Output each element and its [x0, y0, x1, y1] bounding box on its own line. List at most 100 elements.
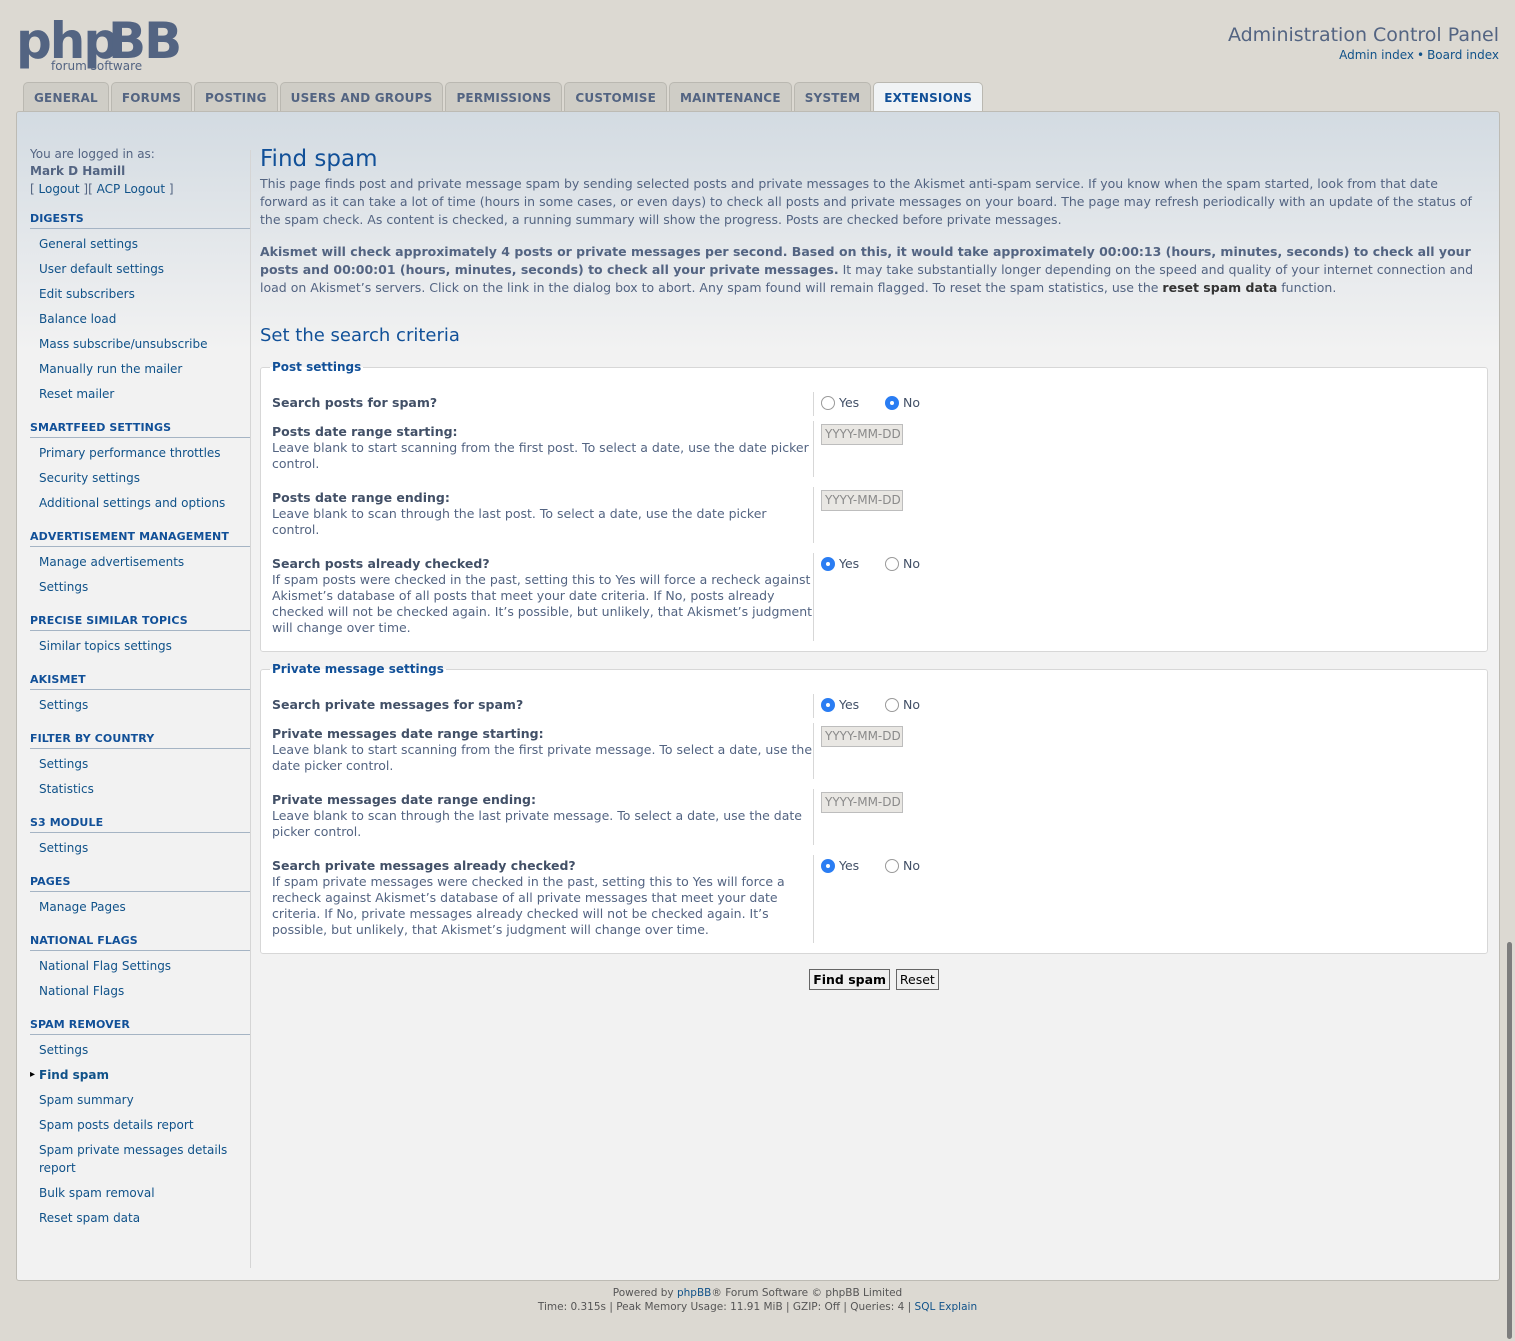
- sidebar-item[interactable]: Settings: [30, 1038, 251, 1063]
- board-index-link[interactable]: Board index: [1427, 48, 1499, 62]
- tab-customise[interactable]: CUSTOMISE: [564, 82, 668, 111]
- posts-start-row: Posts date range starting: Leave blank to…: [272, 421, 1476, 477]
- radio-icon[interactable]: [885, 697, 900, 712]
- sidebar-item[interactable]: Settings: [30, 836, 251, 861]
- search-pms-yes[interactable]: Yes: [821, 697, 859, 712]
- search-pms-radios: Yes No: [814, 694, 942, 718]
- tab-users-and-groups[interactable]: USERS AND GROUPS: [279, 82, 444, 111]
- radio-icon[interactable]: [821, 556, 835, 571]
- tab-general[interactable]: GENERAL: [23, 82, 109, 111]
- sidebar-item[interactable]: National Flags: [30, 979, 251, 1004]
- tab-posting[interactable]: POSTING: [194, 82, 278, 111]
- tab-system[interactable]: SYSTEM: [793, 82, 872, 111]
- pms-start-date-input[interactable]: YYYY-MM-DD: [821, 726, 903, 747]
- radio-icon[interactable]: [821, 395, 835, 410]
- yes-label: Yes: [839, 395, 860, 410]
- radio-icon[interactable]: [885, 395, 900, 410]
- sidebar-item[interactable]: Settings: [30, 693, 251, 718]
- tab-extensions[interactable]: EXTENSIONS: [873, 82, 984, 112]
- main-tabs: GENERAL FORUMS POSTING USERS AND GROUPS …: [23, 82, 984, 112]
- sidebar-item[interactable]: Manage Pages: [30, 895, 251, 920]
- sidebar-item[interactable]: Statistics: [30, 777, 251, 802]
- pms-end-date-input[interactable]: YYYY-MM-DD: [821, 792, 903, 813]
- estimate-text: Akismet will check approximately 4 posts…: [260, 243, 1488, 297]
- sidebar-item[interactable]: General settings: [30, 232, 251, 257]
- reset-spam-data-link[interactable]: reset spam data: [1162, 280, 1277, 295]
- sidebar-item[interactable]: Manually run the mailer: [30, 357, 251, 382]
- search-posts-label-cell: Search posts for spam?: [272, 392, 814, 416]
- search-pms-label-cell: Search private messages for spam?: [272, 694, 814, 718]
- posts-start-date-input[interactable]: YYYY-MM-DD: [821, 424, 903, 445]
- reset-button[interactable]: Reset: [895, 969, 939, 990]
- pms-checked-no[interactable]: No: [885, 858, 920, 873]
- sidebar-item[interactable]: Edit subscribers: [30, 282, 251, 307]
- menu-section-header: FILTER BY COUNTRY: [30, 732, 251, 749]
- menu-section: ADVERTISEMENT MANAGEMENT Manage advertise…: [30, 530, 251, 600]
- search-pms-no[interactable]: No: [885, 697, 920, 712]
- sidebar-menu: You are logged in as: Mark D Hamill [ Lo…: [30, 146, 251, 1231]
- no-label: No: [903, 395, 921, 410]
- main-content: Find spam This page finds post and priva…: [260, 146, 1488, 990]
- search-posts-radios: Yes No: [814, 392, 942, 416]
- admin-index-link[interactable]: Admin index: [1339, 48, 1414, 62]
- sidebar-item[interactable]: Primary performance throttles: [30, 441, 251, 466]
- acp-logout-link[interactable]: ACP Logout: [97, 182, 166, 196]
- sidebar-item[interactable]: Reset spam data: [30, 1206, 251, 1231]
- sidebar-item[interactable]: Find spam: [30, 1063, 251, 1088]
- radio-icon[interactable]: [821, 858, 835, 873]
- sidebar-item[interactable]: Balance load: [30, 307, 251, 332]
- search-pms-row: Search private messages for spam? Yes No: [272, 694, 1476, 718]
- sidebar-item[interactable]: Reset mailer: [30, 382, 251, 407]
- posts-checked-no[interactable]: No: [885, 556, 920, 571]
- radio-icon[interactable]: [885, 858, 900, 873]
- posts-start-desc: Leave blank to start scanning from the f…: [272, 440, 809, 471]
- posts-end-label-cell: Posts date range ending: Leave blank to s…: [272, 487, 814, 543]
- pms-start-row: Private messages date range starting: Lea…: [272, 723, 1476, 779]
- logout-links: [ Logout ][ ACP Logout ]: [30, 182, 174, 196]
- sidebar-item[interactable]: Spam posts details report: [30, 1113, 251, 1138]
- criteria-title: Set the search criteria: [260, 325, 460, 346]
- sidebar-item[interactable]: Settings: [30, 575, 251, 600]
- pms-start-label: Private messages date range starting:: [272, 726, 544, 741]
- pms-start-cell: YYYY-MM-DD: [814, 723, 903, 779]
- sidebar-item[interactable]: Settings: [30, 752, 251, 777]
- search-posts-yes[interactable]: Yes: [821, 395, 859, 410]
- tab-maintenance[interactable]: MAINTENANCE: [669, 82, 792, 111]
- sql-explain-link[interactable]: SQL Explain: [915, 1301, 978, 1313]
- sidebar-item[interactable]: Security settings: [30, 466, 251, 491]
- sidebar-item[interactable]: Similar topics settings: [30, 634, 251, 659]
- sidebar-item[interactable]: Bulk spam removal: [30, 1181, 251, 1206]
- search-posts-row: Search posts for spam? Yes No: [272, 392, 1476, 416]
- sidebar-item[interactable]: Additional settings and options: [30, 491, 251, 516]
- sidebar-item[interactable]: Spam summary: [30, 1088, 251, 1113]
- posts-checked-yes[interactable]: Yes: [821, 556, 859, 571]
- menu-section: DIGESTS General settings User default sett…: [30, 212, 251, 407]
- scrollbar[interactable]: [1507, 942, 1512, 1339]
- menu-section-header: SMARTFEED SETTINGS: [30, 421, 251, 438]
- sidebar-item[interactable]: National Flag Settings: [30, 954, 251, 979]
- logged-in-label: You are logged in as:: [30, 147, 155, 161]
- search-posts-no[interactable]: No: [885, 395, 920, 410]
- phpbb-logo[interactable]: php BB forum software: [16, 12, 201, 77]
- find-spam-button[interactable]: Find spam: [809, 969, 891, 990]
- menu-section: SPAM REMOVER SettingsFind spamSpam summar…: [30, 1018, 251, 1231]
- radio-icon[interactable]: [821, 697, 835, 712]
- tab-permissions[interactable]: PERMISSIONS: [445, 82, 563, 111]
- pms-checked-desc: If spam private messages were checked in…: [272, 874, 785, 937]
- radio-icon[interactable]: [885, 556, 900, 571]
- stats-text: Time: 0.315s | Peak Memory Usage: 11.91 …: [537, 1301, 915, 1313]
- posts-end-date-input[interactable]: YYYY-MM-DD: [821, 490, 903, 511]
- sidebar-item[interactable]: Mass subscribe/unsubscribe: [30, 332, 251, 357]
- sidebar-item[interactable]: User default settings: [30, 257, 251, 282]
- tab-forums[interactable]: FORUMS: [110, 82, 193, 111]
- pms-end-row: Private messages date range ending: Leave…: [272, 789, 1476, 845]
- phpbb-link[interactable]: phpBB: [677, 1287, 711, 1299]
- pms-end-cell: YYYY-MM-DD: [814, 789, 903, 845]
- no-label: No: [903, 697, 921, 712]
- sidebar-item[interactable]: Spam private messages details report: [30, 1138, 251, 1181]
- logout-link[interactable]: Logout: [39, 182, 80, 196]
- powered-by: Powered by phpBB® Forum Software © phpBB…: [0, 1286, 1515, 1300]
- sidebar-item[interactable]: Manage advertisements: [30, 550, 251, 575]
- pms-checked-yes[interactable]: Yes: [821, 858, 859, 873]
- pms-start-desc: Leave blank to start scanning from the f…: [272, 742, 813, 773]
